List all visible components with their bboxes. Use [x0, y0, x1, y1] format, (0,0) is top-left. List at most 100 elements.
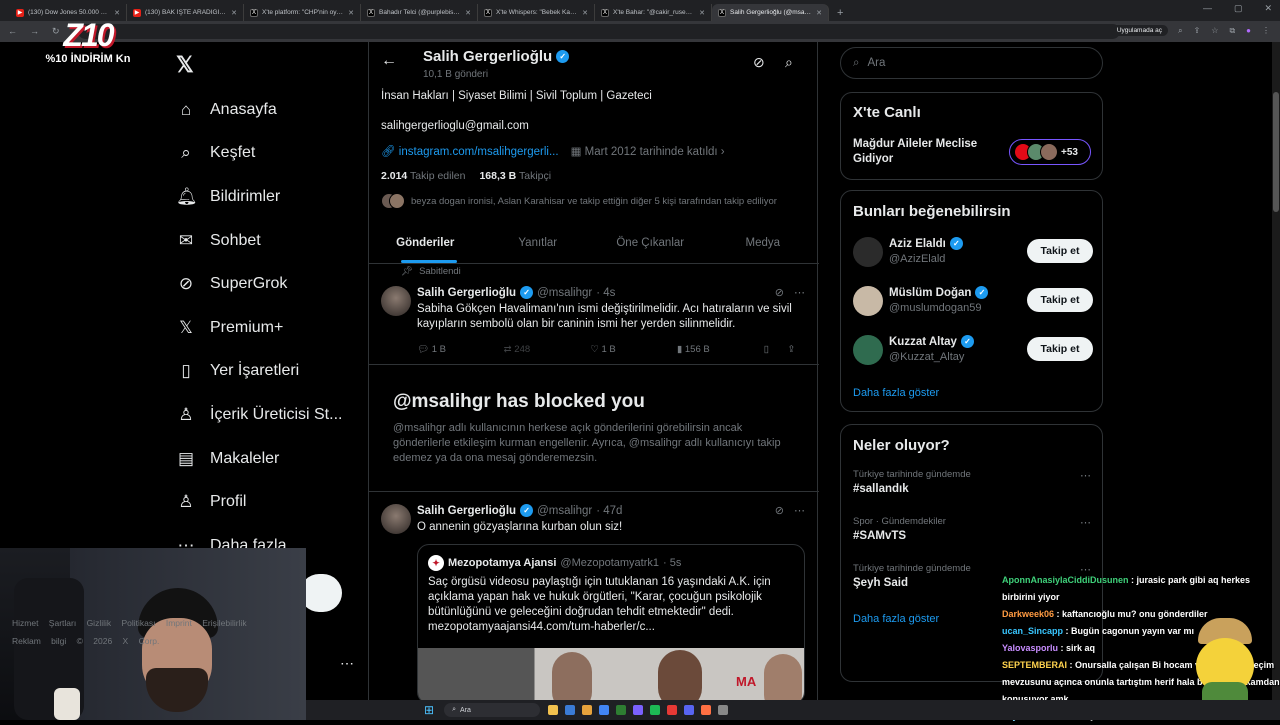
live-participants[interactable]: +53 [1009, 139, 1091, 165]
more-dots-icon[interactable]: ⋯ [1080, 469, 1091, 482]
like-button[interactable]: ♡ 1 B [590, 344, 677, 355]
app-icon[interactable] [718, 705, 729, 715]
post-button[interactable] [300, 574, 342, 612]
post-author[interactable]: Salih Gergerlioğlu [417, 287, 516, 299]
app-icon[interactable] [701, 705, 712, 715]
search-input[interactable]: ⌕ Ara [840, 47, 1103, 79]
sidebar-item-keşfet[interactable]: ⌕ Keşfet [176, 132, 366, 176]
menu-dots-icon[interactable]: ⋮ [1262, 26, 1270, 36]
sidebar-item-premium-[interactable]: 𝕏 Premium+ [176, 306, 366, 350]
join-date[interactable]: ▦ Mart 2012 tarihinde katıldı › [571, 144, 725, 158]
tab-close-icon[interactable]: ✕ [465, 9, 471, 17]
tab-1[interactable]: Yanıtlar [482, 222, 595, 263]
avatar[interactable] [853, 335, 883, 365]
tab-close-icon[interactable]: ✕ [582, 9, 588, 17]
grok-icon[interactable]: ⊘ [775, 286, 784, 299]
profile-link[interactable]: 🔗︎ instagram.com/msalihgergerli... [381, 144, 559, 158]
tab-0[interactable]: Gönderiler [369, 222, 482, 263]
post-handle[interactable]: @msalihgr [537, 505, 592, 517]
tab-3[interactable]: Medya [707, 222, 820, 263]
tab-close-icon[interactable]: ✕ [816, 9, 822, 17]
tab-close-icon[interactable]: ✕ [114, 9, 120, 17]
more-dots-icon[interactable]: ⋯ [794, 504, 805, 517]
sidebar-item-sohbet[interactable]: ✉ Sohbet [176, 219, 366, 263]
followers-link[interactable]: 168,3 B Takipçi [479, 170, 551, 182]
app-icon[interactable] [565, 705, 576, 715]
url-field[interactable] [78, 24, 1120, 39]
maximize-icon[interactable]: ▢ [1234, 3, 1243, 14]
app-icon[interactable] [599, 705, 610, 715]
repost-button[interactable]: ⇄ 248 [504, 344, 591, 355]
app-icon[interactable] [650, 705, 661, 715]
bookmark-icon[interactable]: ▯ [764, 344, 788, 355]
zoom-icon[interactable]: ⌕ [1178, 26, 1182, 36]
quoted-post[interactable]: ✦ Mezopotamya Ajansi @Mezopotamyatrk1 · 5s … [417, 544, 805, 704]
profile-avatar-icon[interactable]: ● [1246, 26, 1251, 36]
app-icon[interactable] [582, 705, 593, 715]
sidebar-item-makaleler[interactable]: ▤ Makaleler [176, 437, 366, 481]
browser-tab[interactable]: X Bahadır Telci (@purplebiss) / X ✕ [361, 4, 478, 21]
grok-icon[interactable]: ⊘ [753, 54, 765, 71]
post-time[interactable]: · 47d [596, 505, 622, 517]
windows-start-icon[interactable]: ⊞ [424, 703, 434, 717]
app-icon[interactable] [667, 705, 678, 715]
post-time[interactable]: · 4s [596, 287, 615, 299]
share-icon[interactable]: ⇪ [1194, 26, 1201, 36]
grok-icon[interactable]: ⊘ [775, 504, 784, 517]
more-dots-icon[interactable]: ⋯ [794, 286, 805, 299]
back-arrow-icon[interactable]: ← [381, 52, 397, 70]
taskbar-search[interactable]: ⌕ Ara [444, 703, 541, 717]
footer-links[interactable]: Hizmet Şartları Gizlilik Politikası Impr… [12, 614, 262, 650]
extensions-icon[interactable]: ⧉ [1229, 26, 1235, 36]
show-more-link[interactable]: Daha fazla göster [853, 387, 939, 399]
browser-tab[interactable]: ▶ (130) BAK İŞTE ARADIĞIM OYU ✕ [127, 4, 244, 21]
tab-close-icon[interactable]: ✕ [231, 9, 237, 17]
minimize-icon[interactable]: — [1203, 3, 1212, 14]
scrollbar-thumb[interactable] [1273, 92, 1279, 212]
share-icon[interactable]: ⇪ [787, 344, 807, 355]
trend-item[interactable]: Türkiye tarihinde gündemde #sallandık ⋯ [853, 469, 1093, 495]
post-author[interactable]: Salih Gergerlioğlu [417, 505, 516, 517]
open-in-app-button[interactable]: Uygulamada aç [1110, 25, 1168, 36]
suggestion-item[interactable]: Aziz Elaldı ✓ @AzizElald Takip et [853, 233, 1093, 273]
close-window-icon[interactable]: ✕ [1264, 3, 1272, 14]
new-tab-button[interactable]: + [837, 4, 843, 21]
tab-close-icon[interactable]: ✕ [348, 9, 354, 17]
quote-image[interactable]: MA [418, 648, 804, 703]
app-icon[interactable] [548, 705, 559, 715]
app-icon[interactable] [684, 705, 695, 715]
browser-tab[interactable]: X X'te Whispers: "Bebek Katili Ab ✕ [478, 4, 595, 21]
avatar[interactable] [381, 286, 411, 316]
follow-button[interactable]: Takip et [1027, 288, 1093, 312]
follow-button[interactable]: Takip et [1027, 337, 1093, 361]
sidebar-item-supergrok[interactable]: ⊘ SuperGrok [176, 262, 366, 306]
trend-item[interactable]: Spor · Gündemdekiler #SAMvTS ⋯ [853, 516, 1093, 542]
avatar[interactable] [853, 237, 883, 267]
suggestion-item[interactable]: Kuzzat Altay ✓ @Kuzzat_Altay Takip et [853, 331, 1093, 371]
pinned-post[interactable]: 📌︎ Sabitlendi Salih Gergerlioğlu ✓ @msalihg… [369, 266, 819, 364]
star-icon[interactable]: ☆ [1211, 26, 1218, 36]
sidebar-item-bildirimler[interactable]: 🔔︎ Bildirimler [176, 175, 366, 219]
sidebar-item-i-çerik-üreticisi-st-[interactable]: ♙ İçerik Üreticisi St... [176, 393, 366, 437]
avatar[interactable] [853, 286, 883, 316]
sidebar-item-anasayfa[interactable]: ⌂ Anasayfa [176, 88, 366, 132]
sidebar-item-yer-i-şaretleri[interactable]: ▯ Yer İşaretleri [176, 350, 366, 394]
trends-more-link[interactable]: Daha fazla göster [853, 613, 939, 625]
suggestion-item[interactable]: Müslüm Doğan ✓ @muslumdogan59 Takip et [853, 282, 1093, 322]
browser-tab[interactable]: X Salih Gergerlioğlu (@msalihgr ✕ [712, 4, 829, 21]
tab-2[interactable]: Öne Çıkanlar [594, 222, 707, 263]
browser-tab[interactable]: X X'te Bahar: "@cakir_rusen @Ka ✕ [595, 4, 712, 21]
views-button[interactable]: ▮ 156 B [677, 344, 764, 355]
tab-close-icon[interactable]: ✕ [699, 9, 705, 17]
avatar[interactable] [381, 504, 411, 534]
search-icon[interactable]: ⌕ [785, 54, 793, 71]
reply-button[interactable]: 💬︎ 1 B [417, 344, 504, 355]
live-event[interactable]: Mağdur Aileler Meclise Gidiyor [853, 137, 1003, 167]
follow-button[interactable]: Takip et [1027, 239, 1093, 263]
mutual-followers[interactable]: beyza dogan ironisi, Aslan Karahisar ve … [381, 193, 777, 209]
post-handle[interactable]: @msalihgr [537, 287, 592, 299]
app-icon[interactable] [633, 705, 644, 715]
following-link[interactable]: 2.014 Takip edilen [381, 170, 465, 182]
back-nav-icon[interactable]: ← [8, 26, 17, 37]
browser-tab[interactable]: X X'te platform: "CHP'nin oyunla ✕ [244, 4, 361, 21]
